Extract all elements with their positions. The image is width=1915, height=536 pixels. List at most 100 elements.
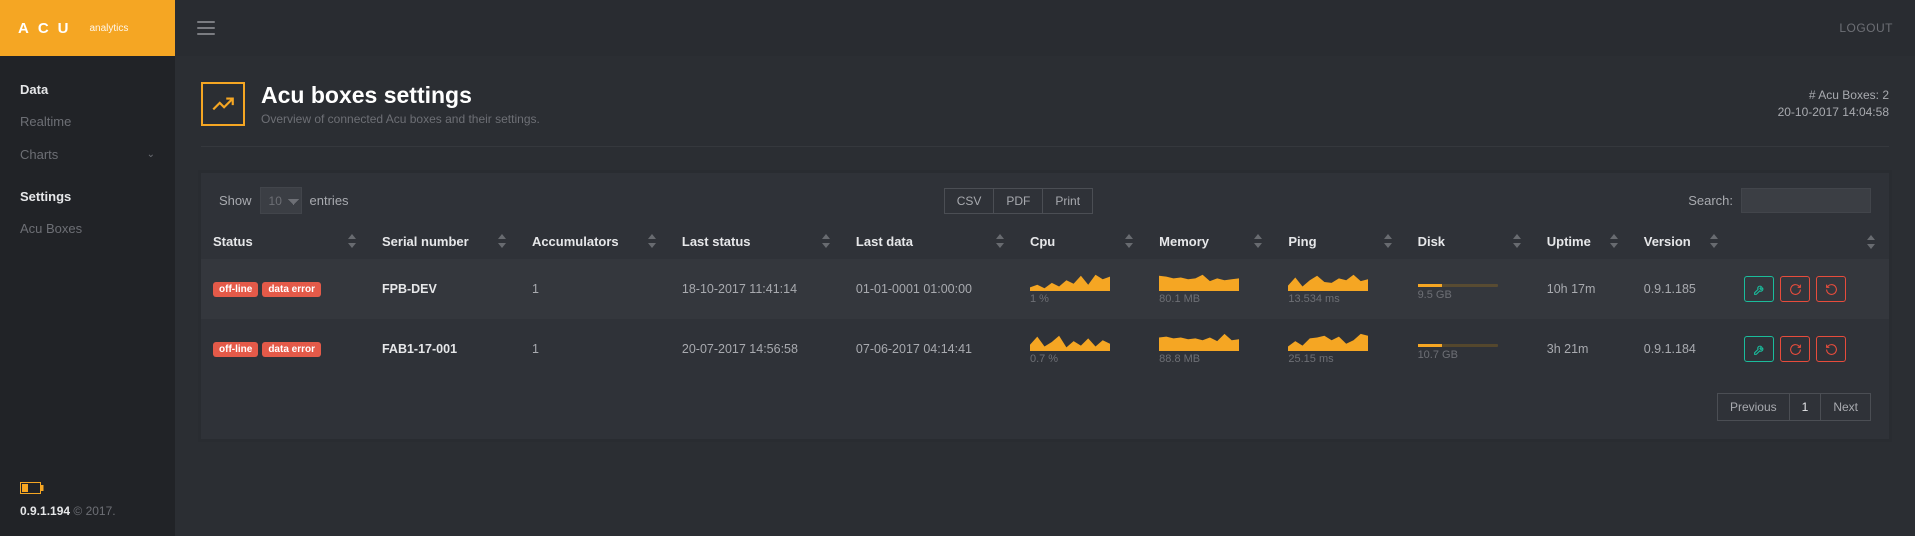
col-label: Disk	[1418, 234, 1445, 249]
chart-icon	[201, 82, 245, 126]
app-version: 0.9.1.194	[20, 504, 70, 518]
status-badge: off-line	[213, 282, 258, 297]
nav-heading-data: Data	[0, 74, 175, 105]
cell-memory: 80.1 MB	[1147, 259, 1276, 319]
col-status[interactable]: Status	[201, 224, 370, 259]
col-ping[interactable]: Ping	[1276, 224, 1405, 259]
refresh-button[interactable]	[1780, 276, 1810, 302]
prev-button[interactable]: Previous	[1717, 393, 1790, 421]
col-label: Memory	[1159, 234, 1209, 249]
cell-uptime: 10h 17m	[1535, 259, 1632, 319]
export-pdf-button[interactable]: PDF	[994, 188, 1043, 214]
page-size-select[interactable]: 10	[260, 187, 302, 214]
cell-version: 0.9.1.184	[1632, 319, 1733, 379]
sidebar-item-realtime[interactable]: Realtime	[0, 105, 175, 138]
box-count: 2	[1882, 88, 1889, 102]
page-header: Acu boxes settings Overview of connected…	[201, 56, 1889, 147]
sort-icon	[1867, 235, 1877, 249]
sidebar-item-label: Acu Boxes	[20, 221, 82, 236]
search-input[interactable]	[1741, 188, 1871, 213]
memory-value: 80.1 MB	[1159, 293, 1264, 305]
cell-actions	[1732, 319, 1889, 379]
main: LOGOUT Acu boxes settings Overview of co…	[175, 0, 1915, 536]
menu-toggle-icon[interactable]	[197, 21, 215, 35]
cell-serial: FPB-DEV	[370, 259, 520, 319]
entries-label: entries	[310, 193, 349, 208]
table-row: off-linedata error FAB1-17-001 1 20-07-2…	[201, 319, 1889, 379]
col-accumulators[interactable]: Accumulators	[520, 224, 670, 259]
sort-icon	[1610, 234, 1620, 248]
copyright: © 2017.	[73, 504, 115, 518]
sidebar-item-label: Realtime	[20, 114, 71, 129]
status-badge: data error	[262, 342, 321, 357]
reset-button[interactable]	[1816, 276, 1846, 302]
sidebar-item-acu-boxes[interactable]: Acu Boxes	[0, 212, 175, 245]
boxes-table: Status Serial number Accumulators Last s…	[201, 224, 1889, 379]
sparkline-icon	[1159, 273, 1239, 291]
export-csv-button[interactable]: CSV	[944, 188, 995, 214]
reset-button[interactable]	[1816, 336, 1846, 362]
search-label: Search:	[1688, 193, 1733, 208]
show-label: Show	[219, 193, 252, 208]
disk-bar	[1418, 344, 1498, 347]
sort-icon	[1513, 234, 1523, 248]
page-timestamp: 20-10-2017 14:04:58	[1778, 104, 1889, 121]
col-memory[interactable]: Memory	[1147, 224, 1276, 259]
disk-value: 10.7 GB	[1418, 349, 1523, 361]
logout-link[interactable]: LOGOUT	[1839, 21, 1893, 35]
cell-last-data: 07-06-2017 04:14:41	[844, 319, 1018, 379]
brand-logo: ACU	[18, 20, 78, 37]
disk-value: 9.5 GB	[1418, 289, 1523, 301]
status-badge: off-line	[213, 342, 258, 357]
cell-version: 0.9.1.185	[1632, 259, 1733, 319]
boxes-table-card: Show 10 entries CSV PDF Print Search:	[201, 173, 1889, 439]
page-number[interactable]: 1	[1790, 393, 1822, 421]
nav-heading-settings: Settings	[0, 181, 175, 212]
sort-icon	[1125, 234, 1135, 248]
sidebar: ACU analytics Data Realtime Charts ⌄ Set…	[0, 0, 175, 536]
cell-last-data: 01-01-0001 01:00:00	[844, 259, 1018, 319]
sidebar-item-charts[interactable]: Charts ⌄	[0, 138, 175, 171]
disk-bar	[1418, 284, 1498, 287]
col-disk[interactable]: Disk	[1406, 224, 1535, 259]
col-label: Accumulators	[532, 234, 619, 249]
configure-button[interactable]	[1744, 336, 1774, 362]
refresh-icon	[1789, 343, 1802, 356]
page-title: Acu boxes settings	[261, 82, 1778, 109]
sort-icon	[1384, 234, 1394, 248]
cell-accumulators: 1	[520, 319, 670, 379]
sort-icon	[822, 234, 832, 248]
wrench-icon	[1753, 283, 1766, 296]
cell-disk: 10.7 GB	[1406, 319, 1535, 379]
export-print-button[interactable]: Print	[1043, 188, 1093, 214]
cell-memory: 88.8 MB	[1147, 319, 1276, 379]
col-version[interactable]: Version	[1632, 224, 1733, 259]
chevron-down-icon: ⌄	[147, 149, 155, 160]
col-label: Status	[213, 234, 253, 249]
sidebar-item-label: Charts	[20, 147, 58, 162]
cell-ping: 25.15 ms	[1276, 319, 1405, 379]
undo-icon	[1825, 283, 1838, 296]
ping-value: 25.15 ms	[1288, 353, 1393, 365]
col-label: Last status	[682, 234, 751, 249]
col-uptime[interactable]: Uptime	[1535, 224, 1632, 259]
page-meta: # Acu Boxes: 2 20-10-2017 14:04:58	[1778, 87, 1889, 121]
sort-icon	[1254, 234, 1264, 248]
sort-icon	[348, 234, 358, 248]
page-subtitle: Overview of connected Acu boxes and thei…	[261, 112, 1778, 126]
sparkline-icon	[1288, 273, 1368, 291]
sidebar-footer: 0.9.1.194 © 2017.	[0, 468, 175, 536]
box-count-label: # Acu Boxes:	[1809, 88, 1879, 102]
refresh-button[interactable]	[1780, 336, 1810, 362]
col-serial[interactable]: Serial number	[370, 224, 520, 259]
next-button[interactable]: Next	[1821, 393, 1871, 421]
col-last-status[interactable]: Last status	[670, 224, 844, 259]
col-cpu[interactable]: Cpu	[1018, 224, 1147, 259]
cell-accumulators: 1	[520, 259, 670, 319]
sort-icon	[498, 234, 508, 248]
col-label: Version	[1644, 234, 1691, 249]
battery-icon	[20, 482, 155, 494]
configure-button[interactable]	[1744, 276, 1774, 302]
cell-uptime: 3h 21m	[1535, 319, 1632, 379]
col-last-data[interactable]: Last data	[844, 224, 1018, 259]
